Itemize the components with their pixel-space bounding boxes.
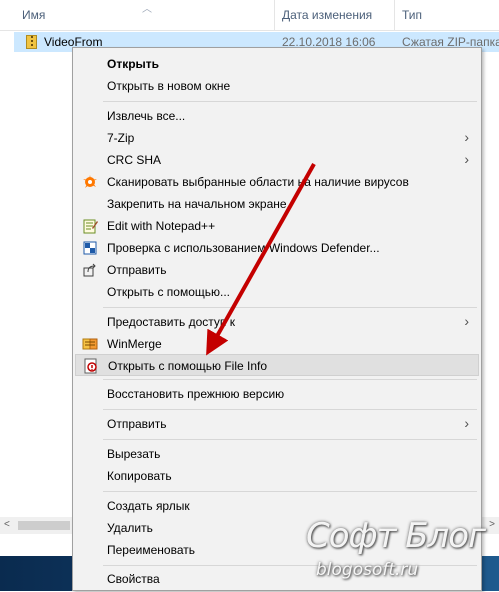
menu-item-cut[interactable]: Вырезать bbox=[75, 443, 479, 465]
menu-item-give-access[interactable]: Предоставить доступ к › bbox=[75, 311, 479, 333]
windows-defender-icon bbox=[83, 241, 97, 255]
menu-item-label: Предоставить доступ к bbox=[107, 315, 235, 329]
menu-item-open[interactable]: Открыть bbox=[75, 53, 479, 75]
menu-item-restore-version[interactable]: Восстановить прежнюю версию bbox=[75, 383, 479, 405]
menu-item-label: Отправить bbox=[107, 263, 167, 277]
menu-item-label: Извлечь все... bbox=[107, 109, 186, 123]
chevron-right-icon: › bbox=[464, 313, 469, 329]
menu-item-label: WinMerge bbox=[107, 337, 162, 351]
menu-item-copy[interactable]: Копировать bbox=[75, 465, 479, 487]
menu-item-label: Создать ярлык bbox=[107, 499, 190, 513]
scroll-left-icon[interactable]: < bbox=[4, 519, 10, 530]
column-divider[interactable] bbox=[394, 0, 395, 30]
menu-item-label: Открыть bbox=[107, 57, 160, 71]
menu-item-label: Edit with Notepad++ bbox=[107, 219, 216, 233]
column-divider[interactable] bbox=[274, 0, 275, 30]
menu-item-label: Открыть с помощью... bbox=[107, 285, 231, 299]
menu-item-label: Сканировать выбранные области на наличие… bbox=[107, 175, 409, 189]
menu-item-label: Восстановить прежнюю версию bbox=[107, 387, 285, 401]
context-menu: Открыть Открыть в новом окне Извлечь все… bbox=[72, 47, 482, 591]
chevron-right-icon: › bbox=[464, 151, 469, 167]
menu-separator bbox=[103, 409, 477, 410]
menu-item-label: Свойства bbox=[107, 572, 160, 586]
watermark-title: Софт Блог bbox=[306, 516, 486, 556]
menu-item-label: Отправить bbox=[107, 417, 167, 431]
chevron-right-icon: › bbox=[464, 415, 469, 431]
menu-separator bbox=[103, 307, 477, 308]
column-header-date[interactable]: Дата изменения bbox=[282, 0, 372, 30]
menu-separator bbox=[103, 101, 477, 102]
menu-item-label: 7-Zip bbox=[107, 131, 135, 145]
menu-item-winmerge[interactable]: WinMerge bbox=[75, 333, 479, 355]
menu-item-label: Проверка с использованием Windows Defend… bbox=[107, 241, 380, 255]
chevron-right-icon: › bbox=[464, 129, 469, 145]
menu-separator bbox=[103, 379, 477, 380]
column-header-type[interactable]: Тип bbox=[402, 0, 422, 30]
menu-item-label: Вырезать bbox=[107, 447, 161, 461]
scroll-thumb[interactable] bbox=[18, 521, 70, 530]
menu-item-label: Переименовать bbox=[107, 543, 195, 557]
winmerge-icon bbox=[82, 338, 98, 350]
menu-separator bbox=[103, 439, 477, 440]
sort-arrow-icon: ︿ bbox=[142, 4, 152, 15]
menu-item-send-to[interactable]: Отправить › bbox=[75, 413, 479, 435]
menu-item-crc-sha[interactable]: CRC SHA › bbox=[75, 149, 479, 171]
column-header-bar: ︿ Имя Дата изменения Тип bbox=[0, 0, 499, 31]
menu-item-windows-defender[interactable]: Проверка с использованием Windows Defend… bbox=[75, 237, 479, 259]
menu-item-share[interactable]: Отправить bbox=[75, 259, 479, 281]
menu-item-7zip[interactable]: 7-Zip › bbox=[75, 127, 479, 149]
menu-item-label: Удалить bbox=[107, 521, 153, 535]
notepad-plus-icon bbox=[83, 219, 98, 234]
share-icon bbox=[83, 263, 96, 277]
menu-item-open-with[interactable]: Открыть с помощью... bbox=[75, 281, 479, 303]
watermark-site: blogosoft.ru bbox=[316, 560, 419, 580]
menu-item-pin-start[interactable]: Закрепить на начальном экране bbox=[75, 193, 479, 215]
menu-item-open-new-window[interactable]: Открыть в новом окне bbox=[75, 75, 479, 97]
column-header-name[interactable]: Имя bbox=[22, 0, 45, 30]
menu-item-label: Копировать bbox=[107, 469, 172, 483]
file-info-icon bbox=[84, 358, 97, 374]
menu-item-label: Закрепить на начальном экране bbox=[107, 197, 287, 211]
watermark-logo: Софт Блог blogosoft.ru bbox=[306, 512, 496, 592]
menu-separator bbox=[103, 491, 477, 492]
menu-item-notepad-plus[interactable]: Edit with Notepad++ bbox=[75, 215, 479, 237]
menu-item-label: Открыть в новом окне bbox=[107, 79, 231, 93]
avast-icon bbox=[83, 175, 97, 188]
menu-item-extract-all[interactable]: Извлечь все... bbox=[75, 105, 479, 127]
menu-item-label: Открыть с помощью File Info bbox=[108, 359, 268, 373]
zip-folder-icon bbox=[26, 35, 37, 49]
menu-item-scan-viruses[interactable]: Сканировать выбранные области на наличие… bbox=[75, 171, 479, 193]
menu-item-label: CRC SHA bbox=[107, 153, 162, 167]
menu-item-open-file-info[interactable]: Открыть с помощью File Info bbox=[75, 354, 479, 376]
